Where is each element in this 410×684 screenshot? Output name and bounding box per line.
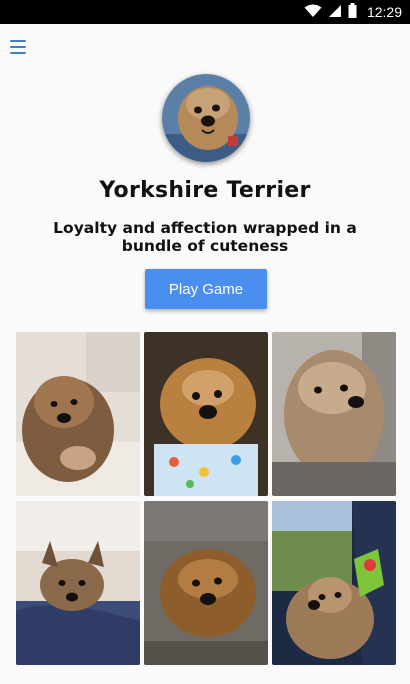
gallery-photo-5[interactable] bbox=[144, 501, 268, 665]
avatar bbox=[162, 74, 250, 162]
gallery-photo-4[interactable] bbox=[16, 501, 140, 665]
play-game-button[interactable]: Play Game bbox=[145, 269, 267, 309]
gallery-photo-1[interactable] bbox=[16, 332, 140, 496]
page-title: Yorkshire Terrier bbox=[99, 178, 311, 203]
hamburger-menu-icon[interactable] bbox=[10, 40, 26, 54]
wifi-icon bbox=[304, 3, 322, 22]
gallery-photo-6[interactable] bbox=[272, 501, 396, 665]
battery-icon bbox=[348, 2, 357, 22]
gallery-photo-3[interactable] bbox=[272, 332, 396, 496]
status-time: 12:29 bbox=[366, 4, 402, 20]
cell-signal-icon bbox=[328, 3, 342, 22]
tagline: Loyalty and affection wrapped in a bundl… bbox=[53, 219, 357, 255]
status-icons: 12:29 bbox=[304, 0, 402, 24]
status-bar: 12:29 bbox=[0, 0, 410, 24]
gallery-photo-2[interactable] bbox=[144, 332, 268, 496]
